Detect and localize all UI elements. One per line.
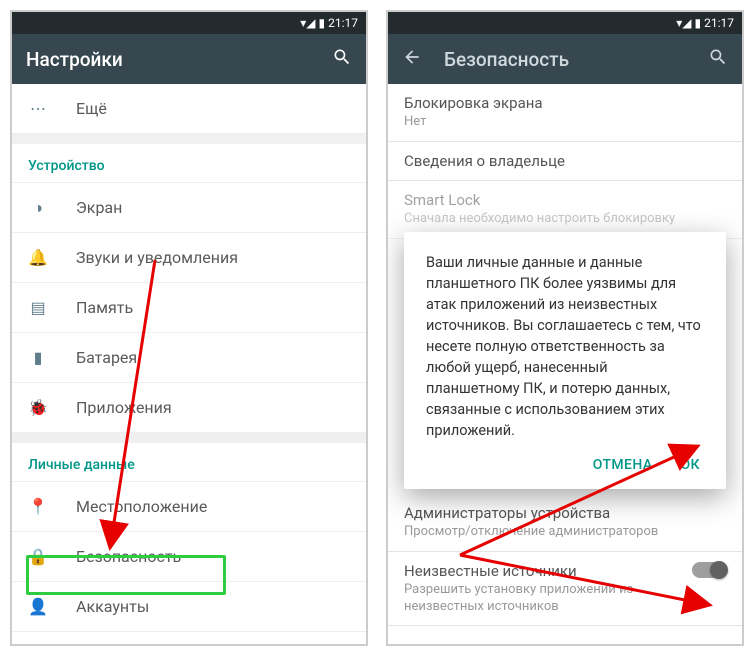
status-time: 21:17 — [328, 16, 358, 30]
item-more[interactable]: ⋯ Ещё — [12, 84, 366, 134]
item-accounts[interactable]: 👤 Аккаунты — [12, 582, 366, 632]
signal-icon: ▾◢ — [676, 16, 691, 30]
ok-button[interactable]: ОК — [681, 457, 700, 473]
item-location[interactable]: 📍 Местоположение — [12, 482, 366, 532]
status-time: 21:17 — [704, 16, 734, 30]
cancel-button[interactable]: ОТМЕНА — [593, 457, 653, 473]
item-title: Администраторы устройства — [404, 504, 726, 522]
signal-icon: ▾◢ — [300, 16, 315, 30]
battery-icon: ▮ — [695, 16, 702, 30]
divider — [12, 433, 366, 443]
search-icon[interactable] — [332, 47, 352, 71]
item-label: Память — [76, 298, 133, 317]
status-bar: ▾◢ ▮ 21:17 — [388, 12, 742, 34]
item-unknown-sources[interactable]: Неизвестные источники Разрешить установк… — [388, 552, 742, 627]
section-device: Устройство — [12, 144, 366, 183]
item-battery[interactable]: ▮ Батарея — [12, 333, 366, 383]
app-bar: Настройки — [12, 34, 366, 84]
item-subtitle: Просмотр/отключение администраторов — [404, 524, 726, 541]
item-owner[interactable]: Сведения о владельце — [388, 142, 742, 181]
dialog-actions: ОТМЕНА ОК — [426, 441, 704, 479]
item-label: Приложения — [76, 398, 172, 417]
item-display[interactable]: ◑ Экран — [12, 183, 366, 233]
location-icon: 📍 — [28, 497, 48, 516]
item-label: Местоположение — [76, 497, 207, 516]
item-title: Неизвестные источники — [404, 562, 682, 580]
lock-icon: 🔒 — [28, 547, 48, 566]
item-label: Звуки и уведомления — [76, 248, 238, 267]
app-bar: Безопасность — [388, 34, 742, 84]
divider — [12, 134, 366, 144]
battery-icon: ▮ — [28, 348, 48, 367]
item-screenlock[interactable]: Блокировка экрана Нет — [388, 84, 742, 142]
item-subtitle: Разрешить установку приложений из неизве… — [404, 582, 682, 616]
item-label: Батарея — [76, 348, 137, 367]
search-icon[interactable] — [708, 47, 728, 71]
page-title: Безопасность — [444, 48, 686, 71]
item-label: Аккаунты — [76, 597, 149, 616]
item-title: Smart Lock — [404, 191, 726, 209]
settings-list: ⋯ Ещё Устройство ◑ Экран 🔔 Звуки и уведо… — [12, 84, 366, 632]
dialog-body: Ваши личные данные и данные планшетного … — [426, 252, 704, 441]
battery-icon: ▮ — [319, 16, 326, 30]
status-bar: ▾◢ ▮ 21:17 — [12, 12, 366, 34]
item-title: Блокировка экрана — [404, 94, 726, 112]
phone-settings: ▾◢ ▮ 21:17 Настройки ⋯ Ещё Устройство ◑ … — [10, 10, 368, 646]
bell-icon: 🔔 — [28, 248, 48, 267]
display-icon: ◑ — [28, 198, 48, 218]
item-device-admins[interactable]: Администраторы устройства Просмотр/отклю… — [388, 494, 742, 552]
item-label: Ещё — [76, 99, 107, 118]
phone-security: ▾◢ ▮ 21:17 Безопасность Блокировка экран… — [386, 10, 744, 646]
item-subtitle: Сначала необходимо настроить блокировку — [404, 211, 726, 228]
item-apps[interactable]: 🐞 Приложения — [12, 383, 366, 433]
confirm-dialog: Ваши личные данные и данные планшетного … — [404, 232, 726, 489]
page-title: Настройки — [26, 48, 310, 71]
item-subtitle: Нет — [404, 114, 726, 131]
item-title: Сведения о владельце — [404, 152, 726, 170]
section-personal: Личные данные — [12, 443, 366, 482]
back-icon[interactable] — [402, 47, 422, 72]
item-label: Безопасность — [76, 547, 181, 566]
storage-icon: ▤ — [28, 298, 48, 317]
item-security[interactable]: 🔒 Безопасность — [12, 532, 366, 582]
item-smartlock: Smart Lock Сначала необходимо настроить … — [388, 181, 742, 239]
item-storage[interactable]: ▤ Память — [12, 283, 366, 333]
more-icon: ⋯ — [28, 99, 48, 118]
item-sound[interactable]: 🔔 Звуки и уведомления — [12, 233, 366, 283]
unknown-sources-toggle[interactable] — [692, 562, 726, 578]
item-label: Экран — [76, 198, 122, 217]
account-icon: 👤 — [28, 597, 48, 616]
apps-icon: 🐞 — [28, 398, 48, 417]
